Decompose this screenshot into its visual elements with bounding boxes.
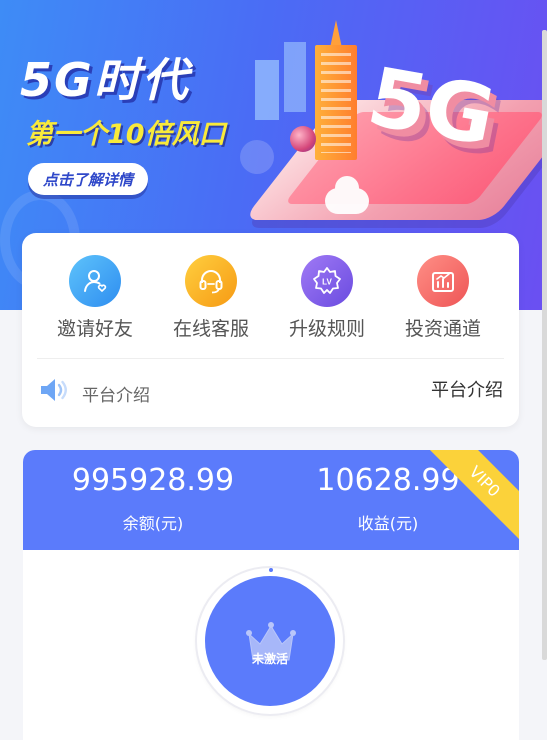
svg-text:LV: LV <box>322 278 332 287</box>
building-graphic <box>255 60 279 120</box>
banner-details-button[interactable]: 点击了解详情 <box>28 163 148 195</box>
divider <box>37 358 504 359</box>
menu-item-invite[interactable]: 邀请好友 <box>37 255 153 345</box>
menu-label-invite: 邀请好友 <box>56 318 133 340</box>
activation-status-button[interactable]: 未激活 <box>197 568 343 714</box>
menu-item-upgrade-rules[interactable]: LV 升级规则 <box>269 255 385 345</box>
balance-value: 995928.99 <box>71 463 235 498</box>
level-badge-icon: LV <box>301 255 353 307</box>
chart-icon <box>417 255 469 307</box>
menu-label-upgrade-rules: 升级规则 <box>288 318 365 340</box>
menu-item-support[interactable]: 在线客服 <box>153 255 269 345</box>
income-label: 收益(元) <box>357 514 419 533</box>
quick-menu-row: 邀请好友 在线客服 LV 升级规则 投资通道 <box>22 255 519 345</box>
balance-card: 995928.99 余额(元) 10628.99 收益(元) VIP0 未激活 <box>23 450 519 740</box>
planet-graphic <box>290 126 316 152</box>
balance-stat: 995928.99 余额(元) <box>53 462 253 534</box>
menu-item-invest[interactable]: 投资通道 <box>385 255 501 345</box>
balance-header: 995928.99 余额(元) 10628.99 收益(元) VIP0 <box>23 450 519 550</box>
tower-graphic <box>315 45 357 160</box>
notice-label: 平台介绍 <box>82 386 150 406</box>
menu-label-support: 在线客服 <box>172 318 249 340</box>
speaker-icon <box>38 376 70 404</box>
activation-status-text: 未激活 <box>251 652 288 666</box>
balance-label: 余额(元) <box>122 514 184 533</box>
scrollbar[interactable] <box>542 30 547 660</box>
invite-friend-icon <box>69 255 121 307</box>
platform-intro-link[interactable]: 平台介绍 <box>431 376 503 402</box>
menu-label-invest: 投资通道 <box>404 318 481 340</box>
5g-illustration: 5G <box>243 20 547 240</box>
building-graphic <box>284 42 306 112</box>
ring-indicator-dot <box>269 568 273 572</box>
banner-subtitle: 第一个10倍风口 <box>26 119 226 150</box>
headset-icon <box>185 255 237 307</box>
tower-tip-graphic <box>330 20 342 48</box>
quick-menu-card: 邀请好友 在线客服 LV 升级规则 投资通道 平台介绍 平台介绍 <box>22 233 519 427</box>
cloud-icon <box>325 176 369 214</box>
banner-title: 5G时代 <box>20 53 190 107</box>
activation-status-circle: 未激活 <box>205 576 335 706</box>
